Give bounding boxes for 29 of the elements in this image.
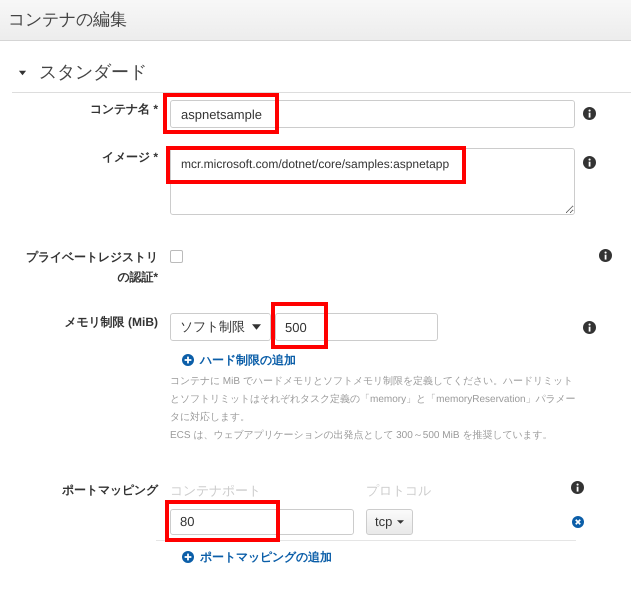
caret-icon[interactable]: [18, 68, 27, 77]
field-label: プライベートレジストリ の認証*: [26, 249, 158, 286]
remove-icon[interactable]: [572, 516, 584, 528]
image-textarea[interactable]: mcr.microsoft.com/dotnet/core/samples:aspnetapp: [170, 148, 575, 215]
field-label: イメージ *: [102, 149, 158, 166]
field-label: コンテナ名 *: [90, 101, 158, 118]
help-text: ECS は、ウェブアプリケーションの出発点として 300～500 MiB を推奨しています。: [170, 428, 554, 443]
field-label: ポートマッピング: [62, 482, 158, 499]
add-port-mapping-link[interactable]: ポートマッピングの追加: [182, 548, 332, 566]
caret-icon: [397, 520, 404, 524]
checkbox[interactable]: [170, 250, 183, 263]
container-name-input[interactable]: aspnetsample: [170, 100, 575, 128]
add-icon: [182, 550, 194, 562]
add-icon: [182, 354, 194, 366]
info-icon[interactable]: [583, 321, 596, 334]
info-icon[interactable]: [583, 156, 596, 169]
info-icon[interactable]: [571, 481, 584, 494]
info-icon[interactable]: [583, 107, 596, 120]
container-port-input[interactable]: 80: [170, 508, 354, 534]
info-icon[interactable]: [599, 249, 612, 262]
page-title: コンテナの編集: [8, 9, 127, 31]
add-hard-limit-link[interactable]: ハード制限の追加: [182, 351, 296, 369]
protocol-dropdown[interactable]: tcp: [366, 508, 414, 534]
section-title[interactable]: スタンダード: [39, 59, 147, 86]
caret-icon: [252, 324, 261, 330]
limit-type-select[interactable]: ソフト制限: [170, 313, 271, 341]
field-label: メモリ制限 (MiB): [64, 314, 158, 331]
help-text: コンテナに MiB でハードメモリとソフトメモリ制限を定義してください。ハードリミットとソフトリミットはそれぞれタスク定義の「memory」と「memoryReservation」パラメータに対応します。: [170, 374, 577, 425]
memory-input[interactable]: 500: [275, 313, 438, 341]
